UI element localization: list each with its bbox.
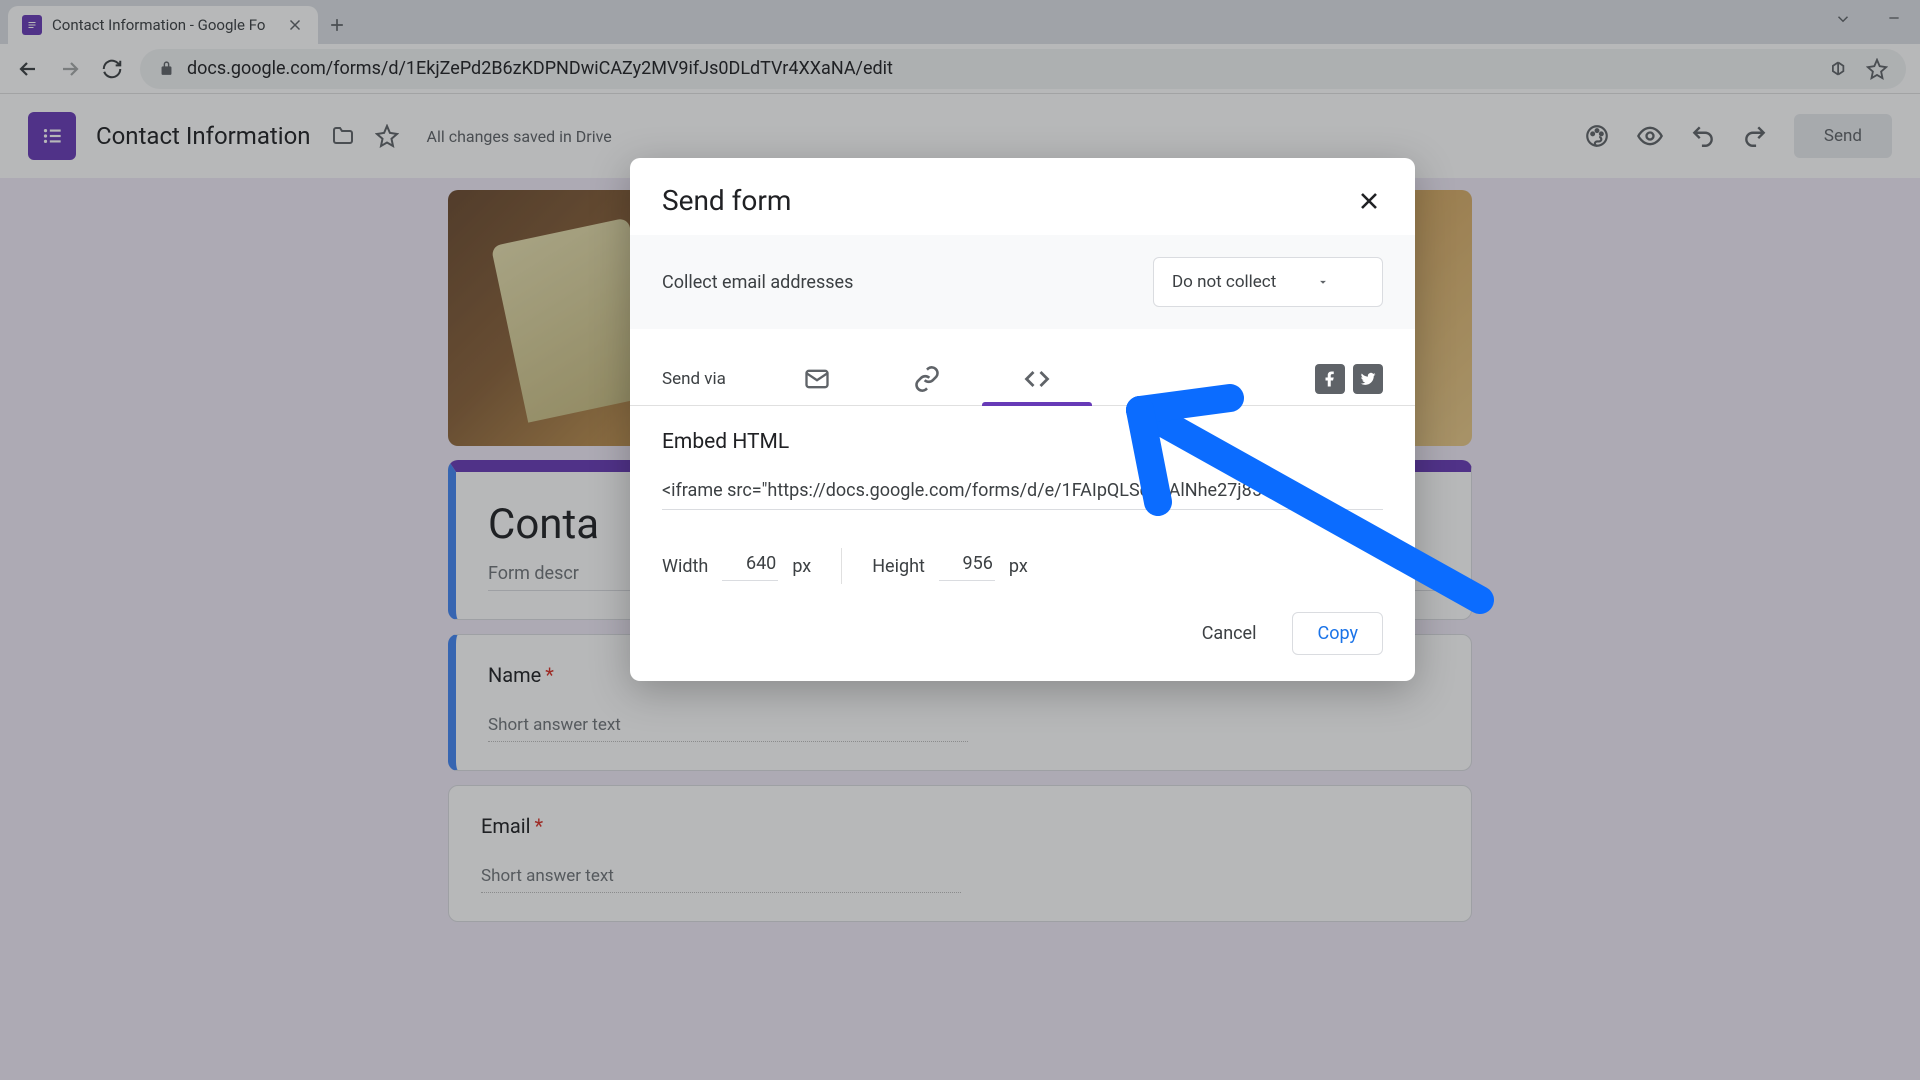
height-label: Height: [872, 556, 925, 577]
tab-embed[interactable]: [982, 353, 1092, 405]
width-label: Width: [662, 556, 708, 577]
send-form-dialog: Send form Collect email addresses Do not…: [630, 158, 1415, 681]
tab-link[interactable]: [872, 353, 982, 405]
px-unit: px: [1009, 556, 1028, 577]
dimensions-row: Width px Height px: [630, 522, 1415, 594]
embed-html-input[interactable]: [662, 476, 1383, 510]
close-icon[interactable]: [1355, 187, 1383, 215]
width-input[interactable]: [722, 551, 778, 581]
dropdown-value: Do not collect: [1172, 272, 1276, 292]
collect-label: Collect email addresses: [662, 272, 853, 293]
twitter-icon[interactable]: [1353, 364, 1383, 394]
send-via-label: Send via: [662, 369, 726, 389]
divider: [841, 548, 842, 584]
collect-dropdown[interactable]: Do not collect: [1153, 257, 1383, 307]
embed-heading: Embed HTML: [662, 430, 1383, 454]
dialog-title: Send form: [662, 184, 791, 217]
send-via-tabs: Send via: [630, 329, 1415, 405]
collect-emails-row: Collect email addresses Do not collect: [630, 235, 1415, 329]
cancel-button[interactable]: Cancel: [1188, 612, 1271, 655]
facebook-icon[interactable]: [1315, 364, 1345, 394]
px-unit: px: [792, 556, 811, 577]
height-input[interactable]: [939, 551, 995, 581]
copy-button[interactable]: Copy: [1292, 612, 1383, 655]
tab-email[interactable]: [762, 353, 872, 405]
caret-down-icon: [1316, 275, 1330, 289]
